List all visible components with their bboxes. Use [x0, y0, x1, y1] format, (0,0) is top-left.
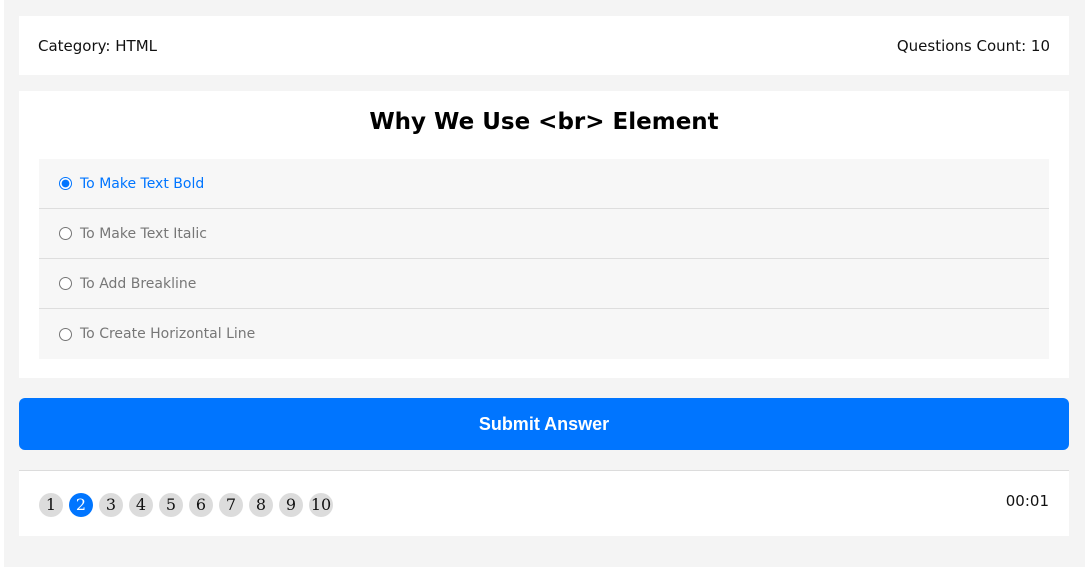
answer-option[interactable]: To Add Breakline [39, 259, 1049, 309]
question-bullet[interactable]: 1 [39, 492, 63, 517]
answer-label[interactable]: To Make Text Italic [80, 226, 207, 242]
question-bullet[interactable]: 9 [279, 492, 303, 517]
answer-label[interactable]: To Make Text Bold [80, 176, 204, 192]
answer-radio[interactable] [59, 277, 72, 290]
question-bullet[interactable]: 5 [159, 492, 183, 517]
question-bullets: 1 2 3 4 5 6 7 8 9 10 [39, 492, 333, 517]
answer-radio[interactable] [59, 177, 72, 190]
answer-label[interactable]: To Create Horizontal Line [80, 326, 255, 342]
answer-option[interactable]: To Make Text Italic [39, 209, 1049, 259]
question-bullet[interactable]: 4 [129, 492, 153, 517]
category-info: Category: HTML [38, 37, 157, 55]
quiz-area: Why We Use <br> Element To Make Text Bol… [19, 91, 1069, 378]
questions-count-value: 10 [1030, 36, 1050, 55]
answer-option[interactable]: To Create Horizontal Line [39, 309, 1049, 359]
question-bullet[interactable]: 7 [219, 492, 243, 517]
questions-count-label: Questions Count: [896, 36, 1027, 55]
question-bullet[interactable]: 8 [249, 492, 273, 517]
question-bullet[interactable]: 3 [99, 492, 123, 517]
category-value: HTML [115, 36, 158, 55]
answer-option[interactable]: To Make Text Bold [39, 159, 1049, 209]
question-bullet[interactable]: 6 [189, 492, 213, 517]
answer-radio[interactable] [59, 227, 72, 240]
question-title: Why We Use <br> Element [369, 109, 719, 135]
quiz-app: Category: HTML Questions Count: 10 Why W… [4, 0, 1085, 567]
question-bullet-current[interactable]: 2 [69, 492, 93, 517]
quiz-info-bar: Category: HTML Questions Count: 10 [19, 16, 1069, 75]
answer-radio[interactable] [59, 327, 72, 341]
quiz-bottom-bar: 1 2 3 4 5 6 7 8 9 10 00:01 [19, 470, 1069, 536]
answer-label[interactable]: To Add Breakline [80, 276, 196, 292]
countdown-timer: 00:01 [1005, 491, 1049, 510]
question-bullet[interactable]: 10 [309, 492, 333, 517]
category-label: Category: [38, 36, 111, 55]
questions-count-info: Questions Count: 10 [897, 37, 1050, 55]
submit-answer-button[interactable]: Submit Answer [19, 398, 1069, 450]
answers-list: To Make Text Bold To Make Text Italic To… [39, 159, 1049, 359]
